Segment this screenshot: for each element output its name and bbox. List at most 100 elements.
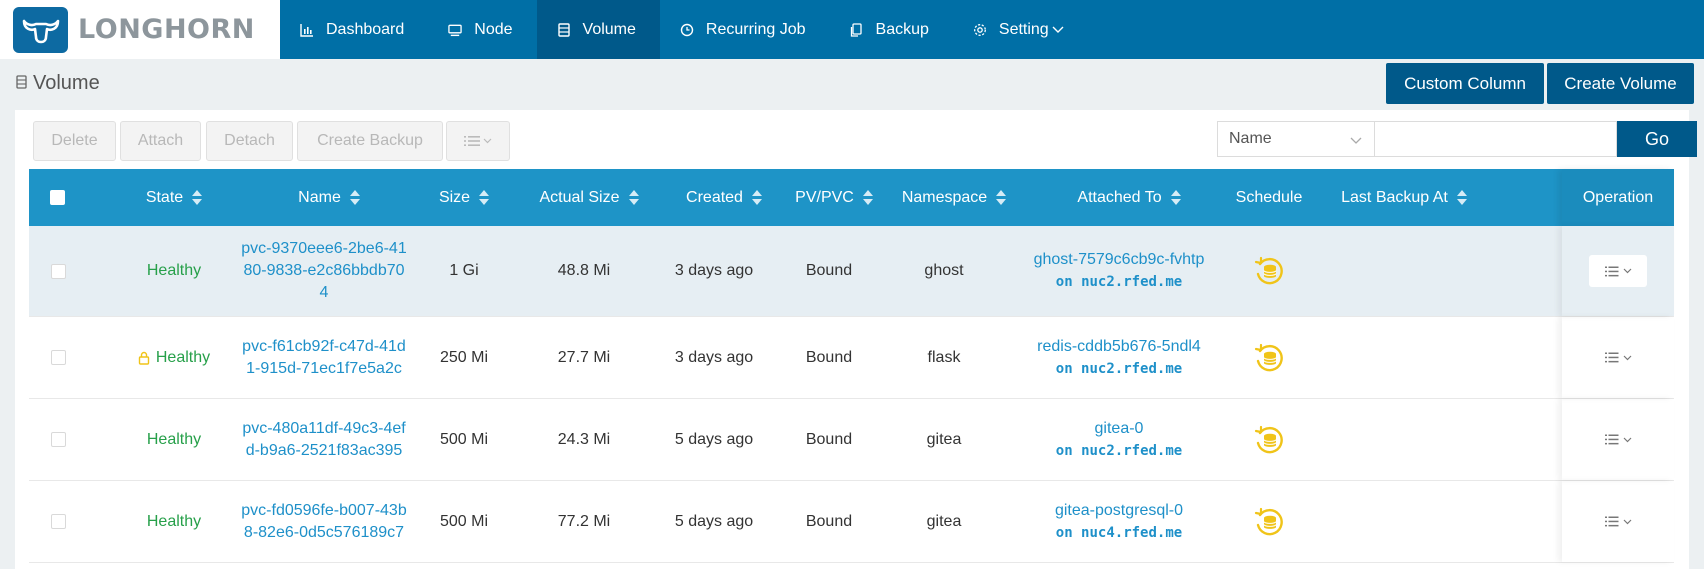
col-operation: Operation [1562, 169, 1674, 226]
table-row[interactable]: Healthy pvc-480a11df-49c3-4ef d-b9a6-252… [29, 399, 1674, 481]
recurring-schedule-icon[interactable] [1219, 399, 1319, 480]
chevron-down-icon [1052, 26, 1064, 34]
col-name-label: Name [298, 188, 341, 206]
state-healthy: Healthy [146, 512, 202, 530]
col-namespace[interactable]: Namespace [889, 169, 1019, 226]
row-checkbox[interactable] [50, 432, 66, 447]
recurring-schedule-icon[interactable] [1219, 481, 1319, 562]
chevron-down-icon [1623, 519, 1632, 525]
col-actual-size-label: Actual Size [539, 188, 620, 206]
attached-node: on nuc4.rfed.me [1055, 524, 1183, 541]
attached-pod-link[interactable]: redis-cddb5b676-5ndl4 [1037, 336, 1201, 358]
volume-name-line: pvc-9370eee6-2be6-41 [241, 240, 407, 257]
attached-node: on nuc2.rfed.me [1055, 442, 1183, 459]
database-icon [16, 72, 27, 95]
last-backup-value [1329, 399, 1479, 480]
row-checkbox[interactable] [50, 350, 66, 365]
nav-dashboard[interactable]: Dashboard [280, 0, 428, 59]
attached-pod-link[interactable]: ghost-7579c6cb9c-fvhtp [1034, 249, 1205, 271]
delete-button[interactable]: Delete [33, 121, 116, 161]
attach-button[interactable]: Attach [120, 121, 201, 161]
custom-column-button[interactable]: Custom Column [1386, 63, 1544, 104]
search-input[interactable] [1375, 121, 1617, 157]
bulk-actions-dropdown[interactable] [446, 121, 510, 161]
table-row[interactable]: Healthy pvc-f61cb92f-c47d-41d 1-915d-71e… [29, 317, 1674, 399]
col-created[interactable]: Created [664, 169, 784, 226]
sort-icon [862, 190, 873, 205]
sort-icon [1170, 190, 1181, 205]
operation-menu-button[interactable] [1589, 255, 1647, 287]
attached-pod-link[interactable]: gitea-0 [1095, 418, 1144, 440]
volume-card: Delete Attach Detach Create Backup Name … [15, 110, 1697, 569]
size-value: 1 Gi [449, 262, 479, 279]
volume-name-line: 4 [319, 284, 329, 301]
select-all-checkbox[interactable] [50, 190, 65, 205]
col-name[interactable]: Name [274, 169, 384, 226]
col-pvpvc[interactable]: PV/PVC [779, 169, 889, 226]
row-checkbox[interactable] [50, 514, 66, 529]
operation-menu-button[interactable] [1589, 423, 1647, 456]
col-state-label: State [145, 188, 184, 206]
volume-name-link[interactable]: pvc-480a11df-49c3-4ef d-b9a6-2521f83ac39… [239, 399, 409, 480]
col-actual-size[interactable]: Actual Size [519, 169, 659, 226]
create-volume-button[interactable]: Create Volume [1547, 63, 1694, 104]
volume-name-link[interactable]: pvc-9370eee6-2be6-41 80-9838-e2c86bbdb70… [239, 226, 409, 316]
nav-dashboard-label: Dashboard [326, 20, 405, 38]
list-icon [1604, 434, 1619, 445]
namespace-value: gitea [926, 512, 962, 530]
created-value: 5 days ago [674, 512, 754, 530]
attached-to: redis-cddb5b676-5ndl4 on nuc2.rfed.me [1037, 336, 1201, 380]
recurring-schedule-icon[interactable] [1219, 226, 1319, 316]
nav-node-label: Node [474, 20, 513, 38]
list-icon [1604, 352, 1619, 363]
operation-menu-button[interactable] [1589, 505, 1647, 538]
nav-node[interactable]: Node [428, 0, 536, 59]
chevron-down-icon [1350, 132, 1362, 150]
col-last-backup[interactable]: Last Backup At [1329, 169, 1479, 226]
col-attached-to[interactable]: Attached To [1049, 169, 1209, 226]
recurring-schedule-icon[interactable] [1219, 317, 1319, 398]
last-backup-value [1329, 317, 1479, 398]
volume-name-line: 1-915d-71ec1f7e5a2c [246, 359, 402, 377]
nav-volume[interactable]: Volume [536, 0, 660, 59]
last-backup-value [1329, 226, 1479, 316]
copy-icon [850, 22, 864, 37]
bar-chart-icon [300, 23, 314, 37]
nav-backup[interactable]: Backup [830, 0, 953, 59]
row-checkbox[interactable] [50, 263, 66, 279]
volume-name-line: 8-82e6-0d5c576189c7 [243, 523, 405, 541]
created-value: 3 days ago [674, 262, 754, 279]
attached-node: on nuc2.rfed.me [1055, 274, 1183, 290]
logo-text: LONGHORN [78, 14, 255, 45]
table-header: State Name Size Actual Size Created PV/P… [29, 169, 1674, 226]
volume-name-link[interactable]: pvc-fd0596fe-b007-43b 8-82e6-0d5c576189c… [239, 481, 409, 562]
sort-icon [1456, 190, 1467, 205]
actual-size-value: 24.3 Mi [557, 430, 611, 448]
page-title-label: Volume [33, 72, 100, 94]
detach-button[interactable]: Detach [206, 121, 293, 161]
col-size[interactable]: Size [419, 169, 509, 226]
nav-recurring-job[interactable]: Recurring Job [660, 0, 830, 59]
search-field-select[interactable]: Name [1217, 121, 1375, 157]
chevron-down-icon [1623, 268, 1632, 274]
go-button[interactable]: Go [1617, 121, 1697, 157]
col-size-label: Size [438, 188, 471, 206]
gear-icon [973, 23, 987, 37]
col-state[interactable]: State [119, 169, 229, 226]
namespace-value: gitea [926, 430, 962, 448]
pvpvc-value: Bound [805, 262, 853, 279]
attached-pod-link[interactable]: gitea-postgresql-0 [1055, 500, 1183, 522]
table-row[interactable]: Healthy pvc-9370eee6-2be6-41 80-9838-e2c… [29, 226, 1674, 317]
operation-menu-button[interactable] [1589, 341, 1647, 374]
table-row[interactable]: Healthy pvc-fd0596fe-b007-43b 8-82e6-0d5… [29, 481, 1674, 563]
logo[interactable]: LONGHORN [0, 0, 280, 59]
longhorn-logo-icon [13, 6, 68, 53]
volume-name-link[interactable]: pvc-f61cb92f-c47d-41d 1-915d-71ec1f7e5a2… [239, 317, 409, 398]
col-created-label: Created [686, 188, 743, 206]
col-namespace-label: Namespace [901, 188, 988, 206]
col-operation-label: Operation [1582, 188, 1654, 206]
nav-setting-label: Setting [998, 20, 1049, 38]
nav-setting[interactable]: Setting [953, 0, 1088, 59]
create-backup-button[interactable]: Create Backup [297, 121, 443, 161]
col-schedule: Schedule [1219, 169, 1319, 226]
